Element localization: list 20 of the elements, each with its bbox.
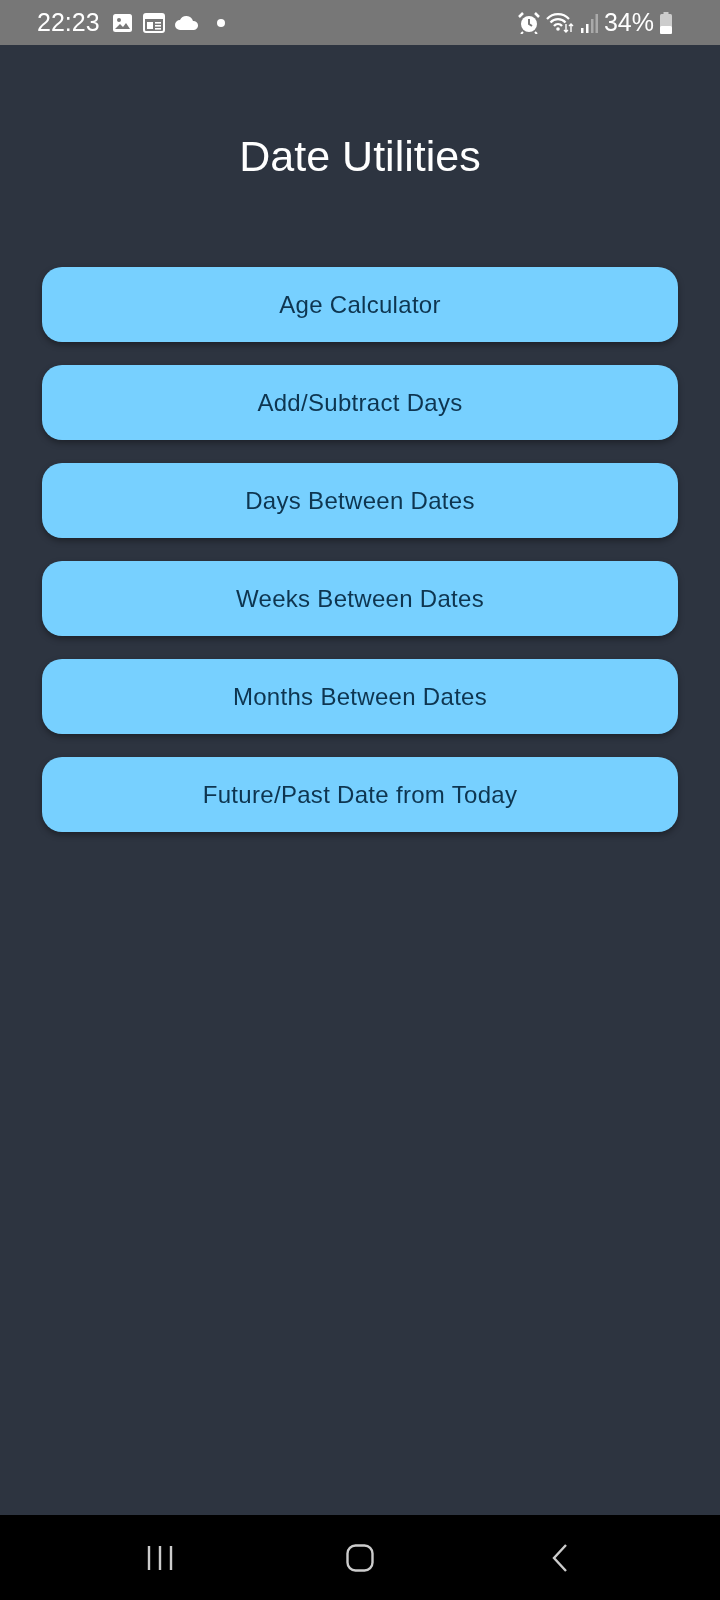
utility-button[interactable]: Future/Past Date from Today bbox=[42, 757, 678, 832]
utility-button[interactable]: Age Calculator bbox=[42, 267, 678, 342]
cloud-icon bbox=[174, 15, 199, 30]
page-title: Date Utilities bbox=[239, 131, 481, 182]
utility-button[interactable]: Days Between Dates bbox=[42, 463, 678, 538]
signal-icon bbox=[579, 12, 598, 33]
image-icon bbox=[111, 12, 133, 33]
battery-icon bbox=[660, 11, 672, 34]
home-icon[interactable] bbox=[346, 1543, 374, 1572]
utility-button[interactable]: Add/Subtract Days bbox=[42, 365, 678, 440]
recent-apps-icon[interactable] bbox=[147, 1544, 173, 1571]
status-time: 22:23 bbox=[37, 8, 100, 37]
utility-button[interactable]: Months Between Dates bbox=[42, 659, 678, 734]
notification-dot-icon bbox=[216, 18, 225, 27]
wifi-icon bbox=[545, 11, 574, 34]
utility-button[interactable]: Weeks Between Dates bbox=[42, 561, 678, 636]
alarm-icon bbox=[517, 11, 540, 34]
back-icon[interactable] bbox=[552, 1543, 568, 1572]
battery-percentage: 34% bbox=[603, 8, 654, 37]
calendar-icon bbox=[142, 12, 165, 33]
